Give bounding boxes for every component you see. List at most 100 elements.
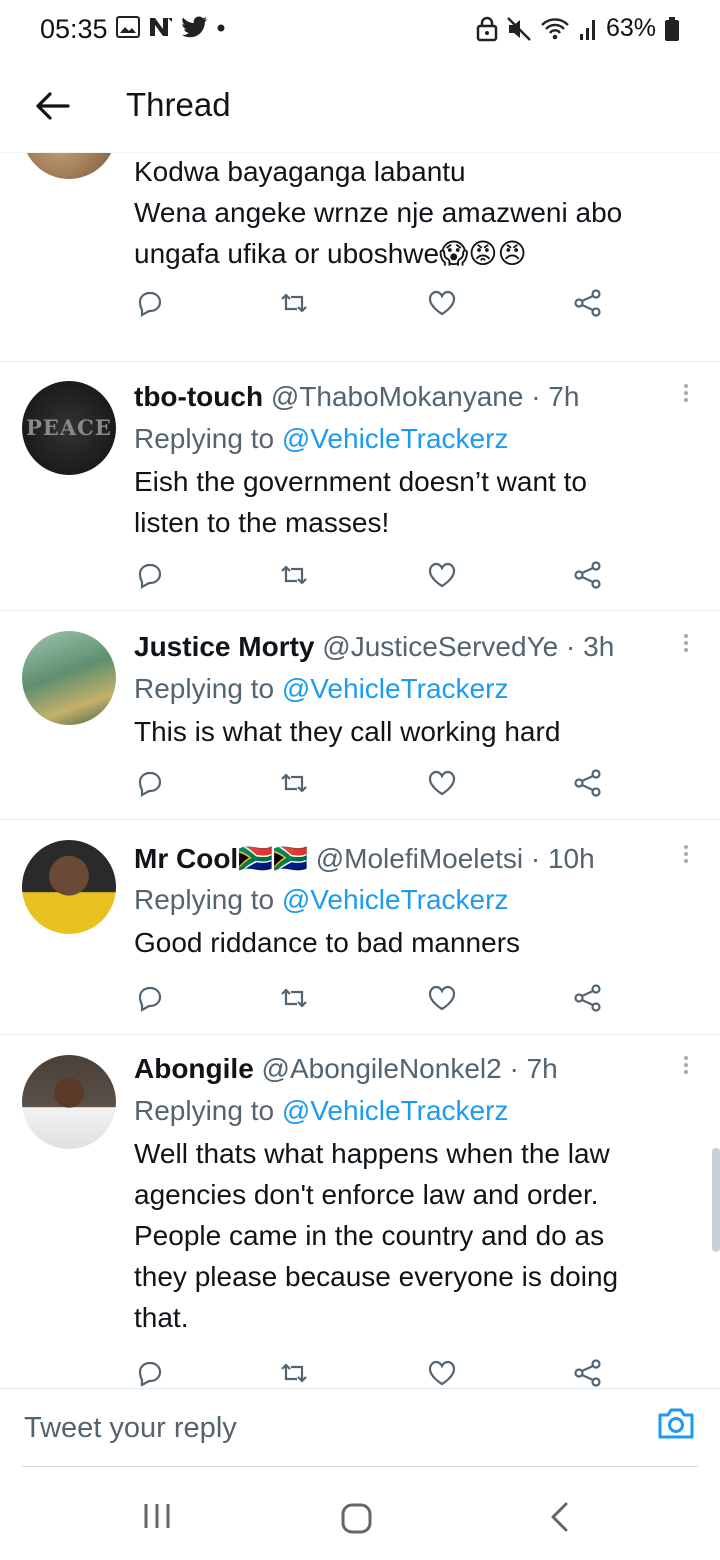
home-icon[interactable]	[340, 1502, 374, 1536]
retweet-button[interactable]	[278, 767, 314, 803]
reply-to-handle[interactable]: @VehicleTrackerz	[282, 423, 509, 454]
handle[interactable]: @JusticeServedYe	[322, 631, 558, 662]
tweet-text: Good riddance to bad manners	[134, 927, 521, 958]
avatar[interactable]	[22, 1055, 116, 1149]
more-options-button[interactable]	[680, 1053, 692, 1083]
tweet-text: This is what they call working hard	[134, 716, 561, 747]
reply-to-line: Replying to @VehicleTrackerz	[134, 423, 509, 454]
reply-composer	[0, 1388, 720, 1469]
tweet-actions	[134, 1357, 614, 1388]
n-icon	[150, 18, 172, 36]
reply-to-handle[interactable]: @VehicleTrackerz	[282, 1095, 509, 1126]
system-nav-bar	[0, 1468, 720, 1560]
handle[interactable]: @AbongileNonkel2	[262, 1053, 502, 1084]
timestamp: · 7h	[509, 1053, 558, 1084]
more-options-button[interactable]	[680, 842, 692, 872]
tweet-text: Eish the government doesn’t want to list…	[134, 466, 587, 538]
retweet-button[interactable]	[278, 982, 314, 1018]
twitter-icon	[182, 16, 207, 38]
tweet[interactable]: Kodwa bayaganga labantu Wena angeke wrnz…	[0, 153, 720, 362]
like-button[interactable]	[426, 982, 462, 1018]
tweet[interactable]: Mr Cool🇿🇦🇿🇦 @MolefiMoeletsi · 10h Replyi…	[0, 820, 720, 1035]
battery-icon	[665, 16, 679, 41]
tweet-actions	[134, 559, 614, 599]
reply-icon	[138, 1361, 162, 1387]
notification-icons	[116, 16, 226, 38]
timestamp: · 3h	[566, 631, 615, 662]
retweet-button[interactable]	[278, 559, 314, 595]
battery-percent: 63%	[605, 14, 656, 42]
status-time: 05:35	[40, 14, 108, 44]
reply-to-handle[interactable]: @VehicleTrackerz	[282, 673, 509, 704]
share-icon	[574, 1359, 601, 1387]
retweet-icon	[281, 773, 307, 793]
reply-input[interactable]	[22, 1407, 626, 1449]
back-nav-icon[interactable]	[548, 1502, 570, 1532]
thread-feed[interactable]: Kodwa bayaganga labantu Wena angeke wrnz…	[0, 153, 720, 1388]
recents-icon[interactable]	[142, 1502, 172, 1530]
handle[interactable]: @ThaboMokanyane	[271, 381, 524, 412]
share-button[interactable]	[572, 982, 608, 1018]
wifi-icon	[541, 17, 569, 39]
avatar[interactable]	[22, 840, 116, 934]
tweet-header: Mr Cool🇿🇦🇿🇦 @MolefiMoeletsi · 10h	[134, 842, 595, 875]
tweet-text: Kodwa bayaganga labantu Wena angeke wrnz…	[134, 156, 623, 269]
tweet-header: tbo-touch @ThaboMokanyane · 7h	[134, 381, 579, 413]
lock-icon	[476, 16, 498, 41]
display-name[interactable]: Mr Cool🇿🇦🇿🇦	[134, 843, 308, 874]
reply-button[interactable]	[134, 767, 170, 803]
tweet[interactable]: Abongile @AbongileNonkel2 · 7h Replying …	[0, 1035, 720, 1388]
tweet-actions	[134, 287, 614, 327]
retweet-icon	[281, 293, 307, 313]
share-button[interactable]	[572, 767, 608, 803]
system-icons: 63%	[476, 14, 680, 43]
like-button[interactable]	[426, 287, 462, 323]
reply-button[interactable]	[134, 1357, 170, 1388]
image-icon	[116, 16, 140, 38]
signal-icon	[579, 19, 595, 40]
like-button[interactable]	[426, 767, 462, 803]
reply-to-handle[interactable]: @VehicleTrackerz	[282, 884, 509, 915]
reply-button[interactable]	[134, 982, 170, 1018]
share-icon	[574, 984, 601, 1012]
share-button[interactable]	[572, 1357, 608, 1388]
like-button[interactable]	[426, 559, 462, 595]
tweet[interactable]: PEACE tbo-touch @ThaboMokanyane · 7h Rep…	[0, 361, 720, 611]
tweet[interactable]: Justice Morty @JusticeServedYe · 3h Repl…	[0, 611, 720, 820]
share-button[interactable]	[572, 287, 608, 323]
timestamp: · 10h	[530, 843, 595, 874]
reply-to-line: Replying to @VehicleTrackerz	[134, 1095, 509, 1126]
share-button[interactable]	[572, 559, 608, 595]
like-button[interactable]	[426, 1357, 462, 1388]
camera-icon[interactable]	[656, 1403, 696, 1443]
like-icon	[428, 290, 456, 316]
more-options-button[interactable]	[680, 631, 692, 661]
back-arrow-icon[interactable]	[30, 84, 74, 128]
scrollbar[interactable]	[712, 1148, 720, 1252]
avatar-logo-text: PEACE	[26, 415, 112, 440]
share-icon	[574, 561, 601, 589]
retweet-button[interactable]	[278, 1357, 314, 1388]
reply-to-line: Replying to @VehicleTrackerz	[134, 884, 509, 915]
like-icon	[428, 1360, 456, 1386]
tweet-actions	[134, 982, 614, 1022]
retweet-icon	[281, 1363, 307, 1383]
tweet-header: Justice Morty @JusticeServedYe · 3h	[134, 631, 614, 663]
handle[interactable]: @MolefiMoeletsi	[316, 843, 523, 874]
like-icon	[428, 770, 456, 796]
avatar[interactable]	[22, 631, 116, 725]
mute-icon	[507, 16, 531, 41]
tweet-actions	[134, 767, 614, 807]
retweet-icon	[281, 988, 307, 1008]
avatar[interactable]: PEACE	[22, 381, 116, 475]
more-options-button[interactable]	[680, 381, 692, 411]
thread-header: Thread	[0, 62, 720, 153]
reply-button[interactable]	[134, 559, 170, 595]
like-icon	[428, 562, 456, 588]
retweet-button[interactable]	[278, 287, 314, 323]
avatar[interactable]	[22, 153, 116, 179]
display-name[interactable]: Abongile	[134, 1053, 254, 1084]
display-name[interactable]: tbo-touch	[134, 381, 263, 412]
reply-button[interactable]	[134, 287, 170, 323]
display-name[interactable]: Justice Morty	[134, 631, 315, 662]
